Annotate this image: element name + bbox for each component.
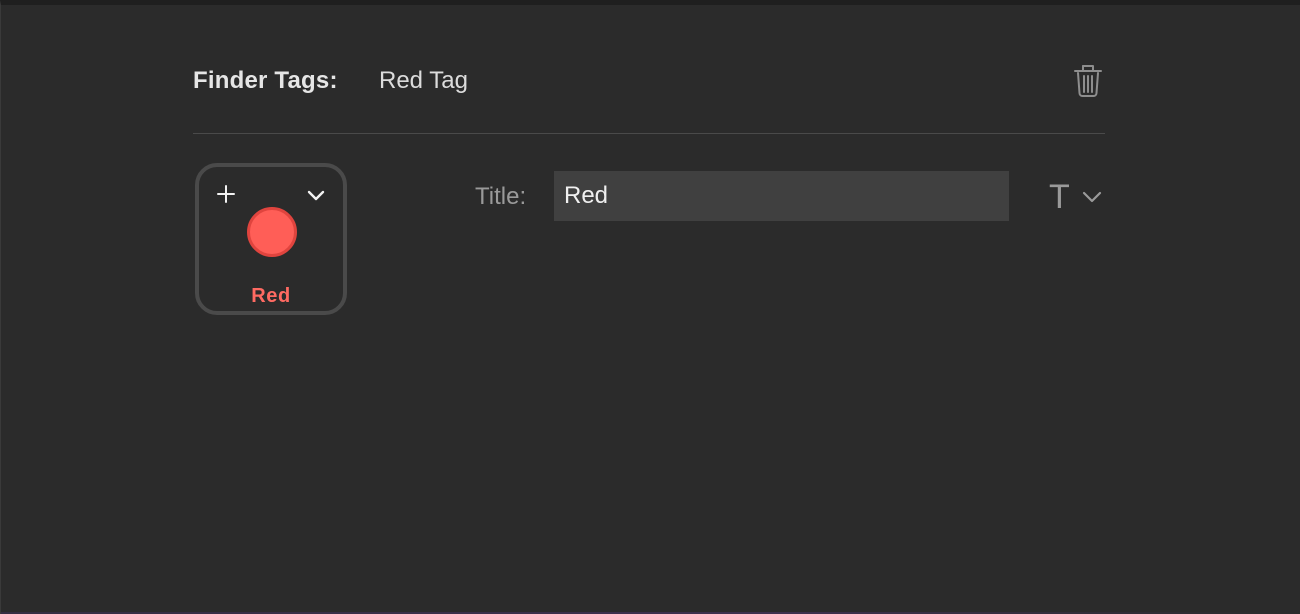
text-format-icon: T bbox=[1049, 178, 1070, 216]
trash-icon bbox=[1074, 65, 1102, 97]
plus-icon bbox=[217, 185, 235, 203]
text-format-button[interactable]: T bbox=[1045, 177, 1107, 217]
tag-name: Red Tag bbox=[379, 67, 468, 94]
title-label: Title: bbox=[475, 183, 527, 210]
tag-menu-button[interactable] bbox=[303, 183, 329, 207]
chevron-down-icon bbox=[1082, 191, 1102, 203]
tag-color-tile[interactable]: Red bbox=[195, 163, 347, 315]
header: Finder Tags: Red Tag bbox=[193, 61, 1105, 101]
header-divider bbox=[193, 133, 1105, 134]
tag-editor-window: Finder Tags: Red Tag Red Title: Red T bbox=[0, 0, 1300, 614]
title-input[interactable] bbox=[554, 171, 1009, 221]
add-tag-button[interactable] bbox=[213, 181, 239, 207]
red-color-dot bbox=[247, 207, 297, 257]
chevron-down-icon bbox=[307, 190, 325, 201]
delete-button[interactable] bbox=[1071, 61, 1105, 99]
finder-tags-label: Finder Tags: bbox=[193, 67, 338, 94]
tag-caption: Red bbox=[251, 285, 291, 307]
